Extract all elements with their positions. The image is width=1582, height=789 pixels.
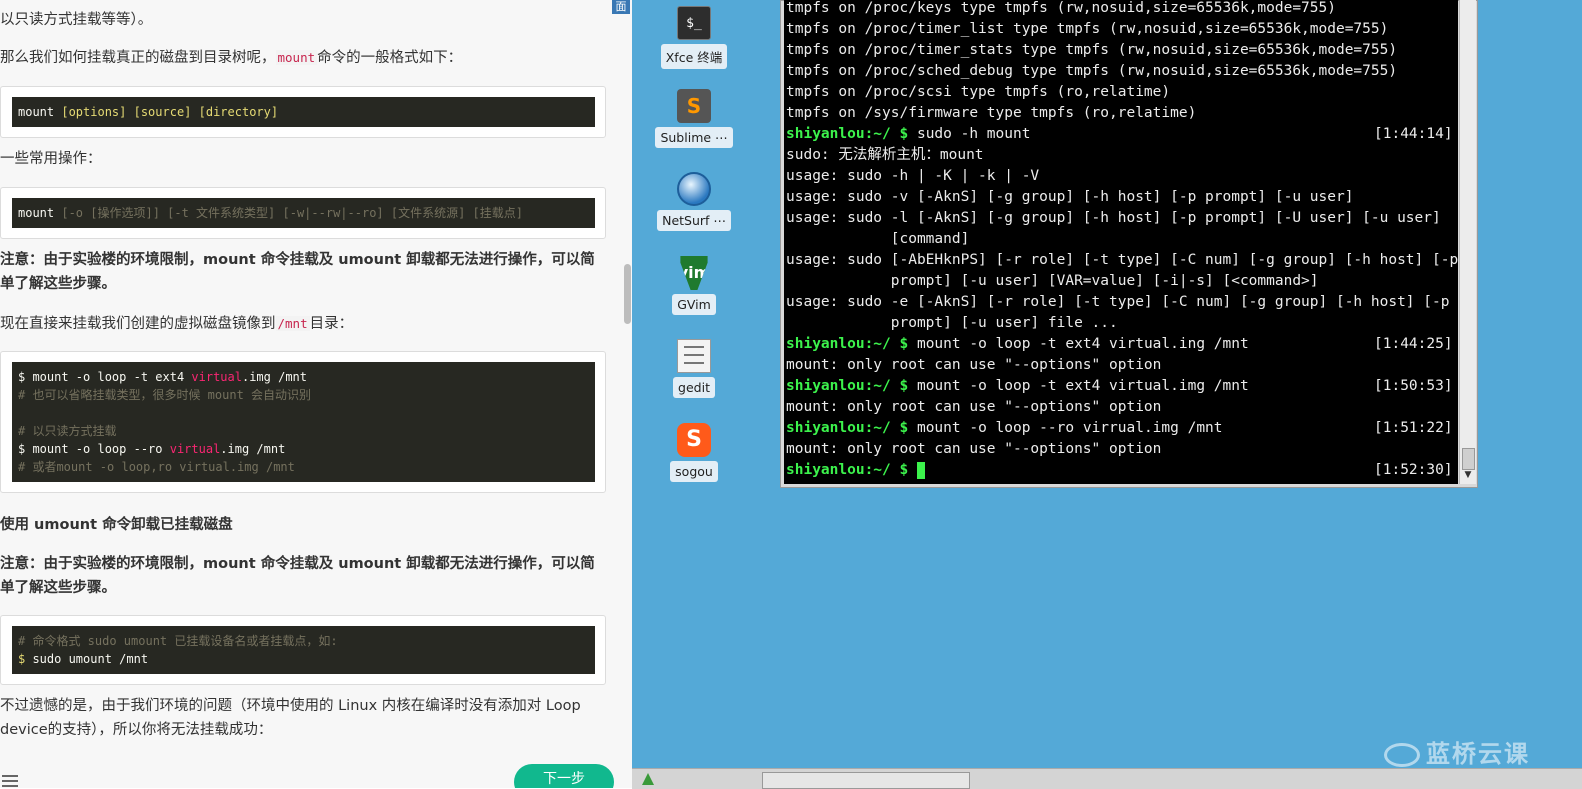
- desktop-icon-gedit[interactable]: gedit: [654, 339, 734, 398]
- doc-paragraph-last: 不过遗憾的是，由于我们环境的问题（环境中使用的 Linux 内核在编译时没有添加…: [0, 698, 581, 738]
- desktop-icon-gvim[interactable]: vim GVim: [654, 256, 734, 315]
- lanqiao-logo-icon: [1384, 743, 1420, 767]
- terminal-line: [command]: [786, 231, 970, 247]
- terminal-timestamp: [1:50:53]: [1374, 378, 1453, 394]
- terminal-line: usage: sudo -v [-AknS] [-g group] [-h ho…: [786, 189, 1354, 205]
- terminal-line: prompt] [-u user] file ...: [786, 315, 1118, 331]
- sidebar-tab[interactable]: 面: [612, 0, 630, 14]
- terminal-scrollbar[interactable]: ▼: [1459, 0, 1476, 484]
- doc-heading-umount: 使用 umount 命令卸载已挂载磁盘: [0, 517, 233, 533]
- terminal-timestamp: [1:44:14]: [1374, 126, 1453, 142]
- terminal-line: mount: only root can use "--options" opt…: [786, 441, 1162, 457]
- terminal-output[interactable]: tmpfs on /proc/keys type tmpfs (rw,nosui…: [784, 0, 1458, 484]
- text-editor-icon: [677, 339, 711, 373]
- code-block-mount-syntax: mount [options] [source] [directory]: [0, 86, 606, 138]
- inline-code-mnt: /mnt: [275, 316, 310, 331]
- terminal-timestamp: [1:52:30]: [1374, 462, 1453, 478]
- terminal-icon: $_: [677, 6, 711, 40]
- terminal-timestamp: [1:51:22]: [1374, 420, 1453, 436]
- doc-paragraph-mount-format: 那么我们如何挂载真正的磁盘到目录树呢， mount 命令的一般格式如下：: [0, 50, 463, 66]
- terminal-timestamp: [1:44:25]: [1374, 336, 1453, 352]
- taskbar: [632, 768, 1582, 789]
- next-step-button[interactable]: 下一步: [514, 764, 614, 788]
- terminal-prompt-line: shiyanlou:~/ $: [786, 460, 925, 481]
- terminal-line: tmpfs on /proc/timer_list type tmpfs (rw…: [786, 21, 1389, 37]
- terminal-cursor: [916, 461, 925, 479]
- terminal-prompt-line: shiyanlou:~/ $ mount -o loop -t ext4 vir…: [786, 336, 1249, 352]
- doc-note-2: 注意：由于实验楼的环境限制，mount 命令挂载及 umount 卸载都无法进行…: [0, 556, 595, 596]
- terminal-scroll-thumb[interactable]: [1462, 448, 1475, 470]
- terminal-line: tmpfs on /proc/keys type tmpfs (rw,nosui…: [786, 0, 1336, 16]
- terminal-line: tmpfs on /proc/scsi type tmpfs (ro,relat…: [786, 84, 1171, 100]
- doc-fragment-top: 以只读方式挂载等等）。: [0, 12, 153, 28]
- start-menu-icon[interactable]: [642, 773, 654, 785]
- desktop-icon-sublime[interactable]: S Sublime ⋯: [654, 89, 734, 148]
- terminal-prompt-line: shiyanlou:~/ $ mount -o loop -t ext4 vir…: [786, 378, 1249, 394]
- doc-paragraph-mount-now: 现在直接来挂载我们创建的虚拟磁盘镜像到/mnt 目录：: [0, 316, 354, 332]
- netsurf-icon: [677, 172, 711, 206]
- scroll-down-arrow-icon[interactable]: ▼: [1460, 470, 1476, 484]
- terminal-prompt-line: shiyanlou:~/ $ mount -o loop --ro virrua…: [786, 420, 1223, 436]
- terminal-line: prompt] [-u user] [VAR=value] [-i|-s] [<…: [786, 273, 1319, 289]
- terminal-line: usage: sudo [-AbEHknPS] [-r role] [-t ty…: [786, 252, 1458, 268]
- code-block-umount: # 命令格式 sudo umount 已挂载设备名或者挂载点，如: $ sudo…: [0, 615, 606, 685]
- desktop-icon-netsurf[interactable]: NetSurf ⋯: [654, 172, 734, 231]
- desktop-icon-sogou[interactable]: S sogou: [654, 423, 734, 482]
- code-block-mount-options: mount [-o [操作选项]] [-t 文件系统类型] [-w|--rw|-…: [0, 187, 606, 239]
- sublime-icon: S: [677, 89, 711, 123]
- code-block-mount-examples: $ mount -o loop -t ext4 virtual.img /mnt…: [0, 351, 606, 493]
- list-icon[interactable]: [0, 772, 20, 788]
- doc-paragraph-common-ops: 一些常用操作：: [0, 151, 102, 167]
- sogou-icon: S: [677, 423, 711, 457]
- terminal-line: mount: only root can use "--options" opt…: [786, 357, 1162, 373]
- terminal-line: usage: sudo -e [-AknS] [-r role] [-t typ…: [786, 294, 1450, 310]
- inline-code-mount: mount: [275, 50, 318, 65]
- doc-scrollbar[interactable]: [624, 264, 631, 324]
- terminal-line: tmpfs on /proc/timer_stats type tmpfs (r…: [786, 42, 1398, 58]
- desktop-icon-xfce-terminal[interactable]: $_ Xfce 终端: [654, 6, 734, 69]
- terminal-line: mount: only root can use "--options" opt…: [786, 399, 1162, 415]
- terminal-prompt-line: shiyanlou:~/ $ sudo -h mount: [786, 126, 1031, 142]
- terminal-line: sudo: 无法解析主机：mount: [786, 147, 984, 163]
- watermark: 蓝桥云课: [1384, 734, 1530, 769]
- terminal-line: tmpfs on /proc/sched_debug type tmpfs (r…: [786, 63, 1398, 79]
- vim-icon: vim: [680, 256, 708, 290]
- terminal-line: tmpfs on /sys/firmware type tmpfs (ro,re…: [786, 105, 1197, 121]
- tutorial-doc-panel: 以只读方式挂载等等）。 那么我们如何挂载真正的磁盘到目录树呢， mount 命令的一…: [0, 0, 632, 788]
- terminal-line: usage: sudo -l [-AknS] [-g group] [-h ho…: [786, 210, 1441, 226]
- doc-note-1: 注意：由于实验楼的环境限制，mount 命令挂载及 umount 卸载都无法进行…: [0, 252, 595, 292]
- taskbar-window-button[interactable]: [762, 772, 970, 789]
- terminal-line: usage: sudo -h | -K | -k | -V: [786, 168, 1040, 184]
